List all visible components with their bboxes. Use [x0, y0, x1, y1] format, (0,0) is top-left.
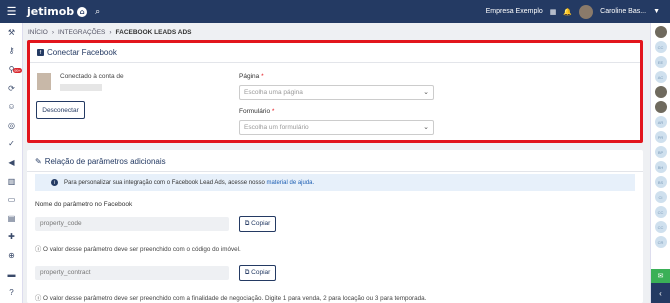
menu-icon[interactable]: ☰ — [0, 0, 23, 23]
megaphone-icon[interactable]: ◀ — [0, 153, 23, 172]
globe-icon[interactable]: ⊕ — [0, 246, 23, 265]
chevron-down-icon[interactable]: ▼ — [653, 8, 660, 15]
info-text: Para personalizar sua integração com o F… — [64, 179, 265, 186]
company-name[interactable]: Empresa Exemplo — [486, 8, 543, 15]
breadcrumb-current: FACEBOOK LEADS ADS — [115, 29, 192, 36]
document-icon[interactable]: ▤ — [0, 209, 23, 228]
grid-icon[interactable]: ▦ — [550, 8, 557, 16]
user-avatar[interactable] — [579, 4, 594, 19]
form-select[interactable]: Escolha um formulário ⌄ — [239, 120, 434, 135]
gavel-icon[interactable]: ⚒ — [0, 23, 23, 42]
param-name-field[interactable]: property_contract — [35, 266, 229, 280]
connected-account-name — [60, 84, 102, 91]
contact-avatar[interactable]: AR — [654, 116, 667, 128]
search-icon[interactable]: ⌕ — [95, 6, 100, 17]
copy-icon: ⧉ — [244, 269, 250, 276]
contact-avatar[interactable] — [654, 26, 667, 38]
page-label-text: Página — [239, 73, 260, 80]
check-icon[interactable]: ✓ — [0, 135, 23, 154]
contact-avatar[interactable]: CC — [654, 41, 667, 53]
info-banner: i Para personalizar sua integração com o… — [35, 174, 635, 191]
additional-params-card: ✎ Relação de parâmetros adicionais i Par… — [27, 150, 643, 303]
connect-facebook-title: f Conectar Facebook — [37, 48, 117, 57]
people-icon[interactable]: ☺ — [0, 97, 23, 116]
contact-avatar[interactable]: CR — [654, 236, 667, 248]
param-name-field[interactable]: property_code — [35, 217, 229, 231]
contact-avatar[interactable]: CC — [654, 221, 667, 233]
contact-avatar[interactable]: BH — [654, 161, 667, 173]
funnel-icon[interactable]: ⚲ 99+ — [0, 60, 23, 79]
copy-button[interactable]: ⧉ Copiar — [239, 216, 276, 232]
divider — [27, 171, 643, 172]
connected-account-label: Conectado à conta de — [60, 73, 124, 80]
collapse-icon[interactable]: ‹ — [651, 283, 670, 303]
breadcrumb-separator: › — [109, 29, 112, 36]
contact-avatar[interactable]: EE — [654, 56, 667, 68]
required-mark: * — [261, 73, 264, 80]
page-select[interactable]: Escolha uma página ⌄ — [239, 85, 434, 100]
money-icon[interactable]: ▭ — [0, 190, 23, 209]
contact-avatar[interactable]: CI — [654, 191, 667, 203]
bell-icon[interactable]: 🔔 — [563, 8, 572, 16]
contact-avatar[interactable] — [654, 101, 667, 113]
card-title-text: Conectar Facebook — [47, 48, 117, 57]
notification-badge: 99+ — [13, 68, 22, 74]
help-material-link[interactable]: material de ajuda. — [266, 180, 314, 186]
copy-icon: ⧉ — [244, 220, 250, 227]
connect-facebook-card: f Conectar Facebook Conectado à conta de… — [27, 40, 643, 143]
info-icon: i — [51, 179, 58, 186]
copy-label: Copiar — [251, 220, 271, 227]
contact-avatar[interactable]: BP — [654, 146, 667, 158]
page-field-label: Página * — [239, 73, 264, 80]
page-select-placeholder: Escolha uma página — [244, 89, 303, 96]
divider — [30, 62, 640, 63]
contact-avatar[interactable]: PR — [654, 131, 667, 143]
sync-icon[interactable]: ⟳ — [0, 79, 23, 98]
logo[interactable]: jetimob ⌂ — [27, 5, 88, 18]
param-column-label: Nome do parâmetro no Facebook — [35, 201, 133, 208]
params-title-text: Relação de parâmetros adicionais — [44, 157, 166, 166]
user-name[interactable]: Caroline Bas... — [600, 8, 646, 15]
right-contacts-bar: CC EE AC AR PR BP BH BS CI CC CC CR ✉ ‹ — [650, 23, 670, 303]
top-bar: ☰ jetimob ⌂ ⌕ Empresa Exemplo ▦ 🔔 Caroli… — [0, 0, 670, 23]
account-avatar — [37, 73, 51, 90]
target-icon[interactable]: ◎ — [0, 116, 23, 135]
logo-text: jetimob — [27, 5, 75, 18]
info-circle-icon: ⓘ — [35, 246, 42, 253]
puzzle-icon[interactable]: ✚ — [0, 228, 23, 247]
laptop-icon[interactable]: ▬ — [0, 265, 23, 284]
info-circle-icon: ⓘ — [35, 295, 42, 302]
edit-icon: ✎ — [35, 157, 42, 166]
chevron-down-icon: ⌄ — [423, 124, 429, 131]
left-sidebar: ⚒ ⚷ ⚲ 99+ ⟳ ☺ ◎ ✓ ◀ ▥ ▭ ▤ ✚ ⊕ ▬ ? — [0, 23, 23, 303]
breadcrumb-home[interactable]: INÍCIO — [28, 29, 48, 36]
contact-avatar[interactable]: AC — [654, 71, 667, 83]
book-icon[interactable]: ▥ — [0, 172, 23, 191]
facebook-icon: f — [37, 49, 44, 56]
params-title: ✎ Relação de parâmetros adicionais — [35, 157, 166, 166]
key-icon[interactable]: ⚷ — [0, 42, 23, 61]
param-hint-text: O valor desse parâmetro deve ser preench… — [43, 246, 241, 253]
form-field-label: Formulário * — [239, 108, 274, 115]
copy-label: Copiar — [251, 269, 271, 276]
contact-avatar[interactable] — [654, 86, 667, 98]
breadcrumb: INÍCIO › INTEGRAÇÕES › FACEBOOK LEADS AD… — [28, 29, 192, 36]
form-select-placeholder: Escolha um formulário — [244, 124, 309, 131]
required-mark: * — [271, 108, 275, 115]
breadcrumb-integrations[interactable]: INTEGRAÇÕES — [58, 29, 105, 36]
disconnect-button[interactable]: Desconectar — [36, 101, 85, 119]
form-label-text: Formulário — [239, 108, 271, 115]
chevron-down-icon: ⌄ — [423, 89, 429, 96]
contact-avatar[interactable]: CC — [654, 206, 667, 218]
param-hint: ⓘ O valor desse parâmetro deve ser preen… — [35, 293, 426, 302]
help-icon[interactable]: ? — [0, 283, 23, 302]
copy-button[interactable]: ⧉ Copiar — [239, 265, 276, 281]
chat-icon[interactable]: ✉ — [651, 269, 670, 283]
breadcrumb-separator: › — [51, 29, 55, 36]
contact-avatar[interactable]: BS — [654, 176, 667, 188]
param-hint: ⓘ O valor desse parâmetro deve ser preen… — [35, 244, 241, 253]
param-hint-text: O valor desse parâmetro deve ser preench… — [43, 295, 427, 302]
home-icon: ⌂ — [77, 6, 88, 17]
